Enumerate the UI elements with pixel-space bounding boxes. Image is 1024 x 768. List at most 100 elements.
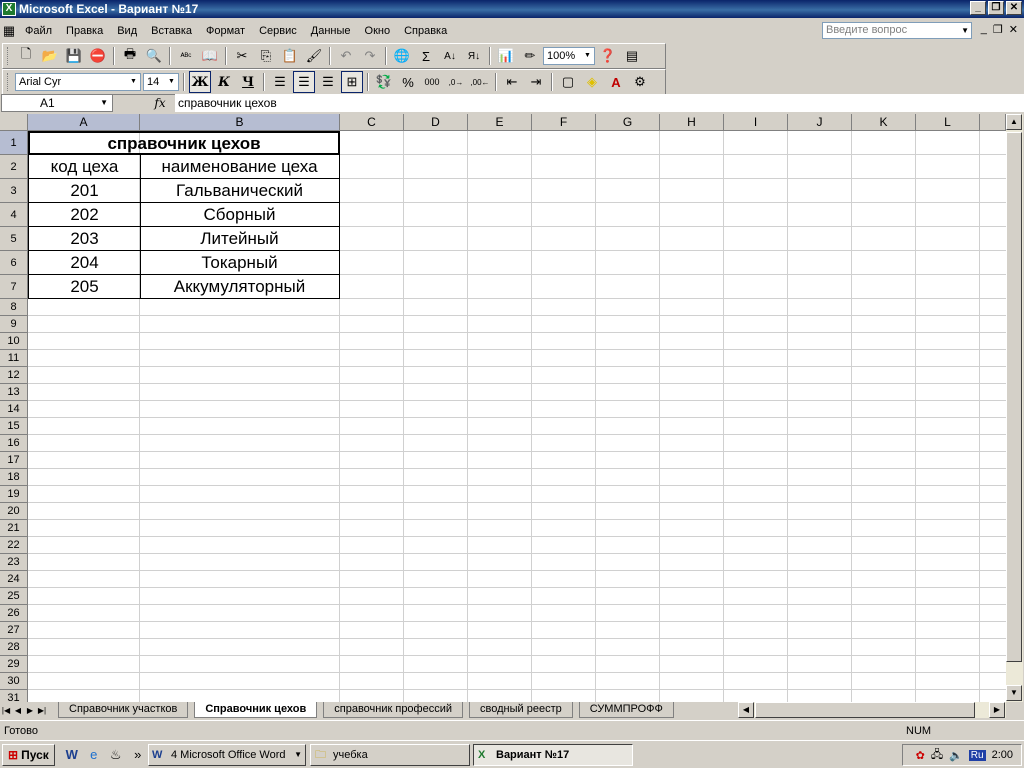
row-header[interactable]: 19 — [0, 486, 28, 503]
formula-input[interactable]: справочник цехов — [175, 94, 1024, 112]
align-left-icon[interactable]: ☰ — [269, 71, 291, 93]
row-header[interactable]: 6 — [0, 251, 28, 275]
print-preview-icon[interactable]: 🔍 — [143, 45, 165, 67]
permission-icon[interactable]: ⛔ — [87, 45, 109, 67]
column-header-a[interactable]: A — [28, 114, 140, 131]
app-quicklaunch-icon[interactable]: ♨ — [105, 744, 127, 766]
menu-view[interactable]: Вид — [110, 25, 144, 37]
sort-descending-icon[interactable]: Я↓ — [463, 45, 485, 67]
table-cell-name[interactable]: Аккумуляторный — [140, 275, 340, 299]
increase-decimal-icon[interactable]: ,0→ — [445, 71, 467, 93]
paste-icon[interactable]: 📋 — [279, 45, 301, 67]
row-header[interactable]: 4 — [0, 203, 28, 227]
percent-icon[interactable]: % — [397, 71, 419, 93]
row-header[interactable]: 26 — [0, 605, 28, 622]
zoom-select[interactable]: 100% ▼ — [543, 47, 595, 65]
table-cell-code[interactable]: 201 — [28, 179, 141, 203]
row-header[interactable]: 18 — [0, 469, 28, 486]
format-painter-icon[interactable]: 🖌 — [303, 45, 325, 67]
sort-ascending-icon[interactable]: A↓ — [439, 45, 461, 67]
underline-button[interactable]: Ч — [237, 71, 259, 93]
row-header[interactable]: 7 — [0, 275, 28, 299]
sheet-tab[interactable]: справочник профессий — [323, 702, 464, 718]
table-title[interactable]: справочник цехов — [28, 131, 340, 155]
restore-button[interactable]: ❐ — [988, 1, 1004, 15]
scroll-thumb[interactable] — [1006, 132, 1022, 662]
menu-insert[interactable]: Вставка — [144, 25, 199, 37]
table-cell-code[interactable]: 202 — [28, 203, 141, 227]
prev-sheet-icon[interactable]: ◀ — [12, 706, 24, 715]
spreadsheet-grid[interactable]: A B C D E F G H I J K L 1 2 3 4 5 6 7 8 9 10 11 12 1… — [0, 114, 1006, 702]
column-header-partial[interactable] — [980, 114, 1006, 131]
menu-edit[interactable]: Правка — [59, 25, 110, 37]
print-icon[interactable]: 🖶 — [119, 45, 141, 67]
menu-data[interactable]: Данные — [304, 25, 358, 37]
select-all-corner[interactable] — [0, 114, 28, 131]
row-header[interactable]: 31 — [0, 690, 28, 702]
merge-center-icon[interactable]: ⊞ — [341, 71, 363, 93]
research-icon[interactable]: 📖 — [199, 45, 221, 67]
column-header-l[interactable]: L — [916, 114, 980, 131]
font-name-select[interactable]: Arial Cyr ▼ — [15, 73, 141, 91]
table-cell-name[interactable]: Сборный — [140, 203, 340, 227]
vertical-scrollbar[interactable]: ▲ ▼ — [1006, 114, 1023, 702]
borders-icon[interactable]: ▢ — [557, 71, 579, 93]
antivirus-icon[interactable]: ✿ — [916, 749, 925, 762]
minimize-button[interactable]: _ — [970, 1, 986, 15]
row-header[interactable]: 3 — [0, 179, 28, 203]
table-cell-name[interactable]: Токарный — [140, 251, 340, 275]
row-header[interactable]: 30 — [0, 673, 28, 690]
table-cell-name[interactable]: Литейный — [140, 227, 340, 251]
column-header-g[interactable]: G — [596, 114, 660, 131]
table-cell-code[interactable]: 203 — [28, 227, 141, 251]
row-header[interactable]: 2 — [0, 155, 28, 179]
row-header[interactable]: 16 — [0, 435, 28, 452]
align-right-icon[interactable]: ☰ — [317, 71, 339, 93]
bold-button[interactable]: Ж — [189, 71, 211, 93]
toolbar-options-icon[interactable]: ⚙ — [629, 71, 651, 93]
row-header[interactable]: 23 — [0, 554, 28, 571]
new-icon[interactable]: 🗋 — [15, 45, 37, 67]
column-header-i[interactable]: I — [724, 114, 788, 131]
doc-minimize-button[interactable]: _ — [981, 23, 987, 36]
undo-icon[interactable]: ↶ — [335, 45, 357, 67]
spelling-icon[interactable]: ᴬᴮᶜ — [175, 45, 197, 67]
row-header[interactable]: 15 — [0, 418, 28, 435]
first-sheet-icon[interactable]: |◀ — [0, 706, 12, 715]
copy-icon[interactable]: ⎘ — [255, 45, 277, 67]
name-box[interactable]: A1 ▼ — [1, 94, 113, 112]
row-header[interactable]: 8 — [0, 299, 28, 316]
network-icon[interactable]: 🖧 — [931, 746, 943, 765]
doc-restore-button[interactable]: ❐ — [993, 23, 1003, 36]
align-center-icon[interactable]: ☰ — [293, 71, 315, 93]
row-header[interactable]: 12 — [0, 367, 28, 384]
scroll-up-icon[interactable]: ▲ — [1006, 114, 1022, 130]
word-quicklaunch-icon[interactable]: W — [61, 744, 83, 766]
column-header-b[interactable]: B — [140, 114, 340, 131]
workbook-icon[interactable]: ▦ — [0, 20, 18, 42]
column-header-c[interactable]: C — [340, 114, 404, 131]
redo-icon[interactable]: ↷ — [359, 45, 381, 67]
volume-icon[interactable]: 🔈 — [949, 749, 963, 762]
row-header[interactable]: 9 — [0, 316, 28, 333]
scroll-right-icon[interactable]: ▶ — [989, 702, 1005, 718]
forms-icon[interactable]: ▤ — [621, 45, 643, 67]
sheet-tab[interactable]: сводный реестр — [469, 702, 573, 718]
row-header[interactable]: 24 — [0, 571, 28, 588]
scroll-left-icon[interactable]: ◀ — [738, 702, 754, 718]
next-sheet-icon[interactable]: ▶ — [24, 706, 36, 715]
row-header[interactable]: 11 — [0, 350, 28, 367]
ie-quicklaunch-icon[interactable]: e — [83, 744, 105, 766]
row-header[interactable]: 27 — [0, 622, 28, 639]
column-header-k[interactable]: K — [852, 114, 916, 131]
italic-button[interactable]: К — [213, 71, 235, 93]
horizontal-scrollbar[interactable]: ◀ ▶ — [738, 702, 1006, 718]
task-excel[interactable]: X Вариант №17 — [473, 744, 633, 766]
clock[interactable]: 2:00 — [992, 749, 1013, 761]
increase-indent-icon[interactable]: ⇥ — [525, 71, 547, 93]
table-cell-name[interactable]: Гальванический — [140, 179, 340, 203]
menu-help[interactable]: Справка — [397, 25, 454, 37]
row-header[interactable]: 21 — [0, 520, 28, 537]
header-name[interactable]: наименование цеха — [140, 155, 340, 179]
help-search-input[interactable]: Введите вопрос ▼ — [822, 22, 972, 39]
